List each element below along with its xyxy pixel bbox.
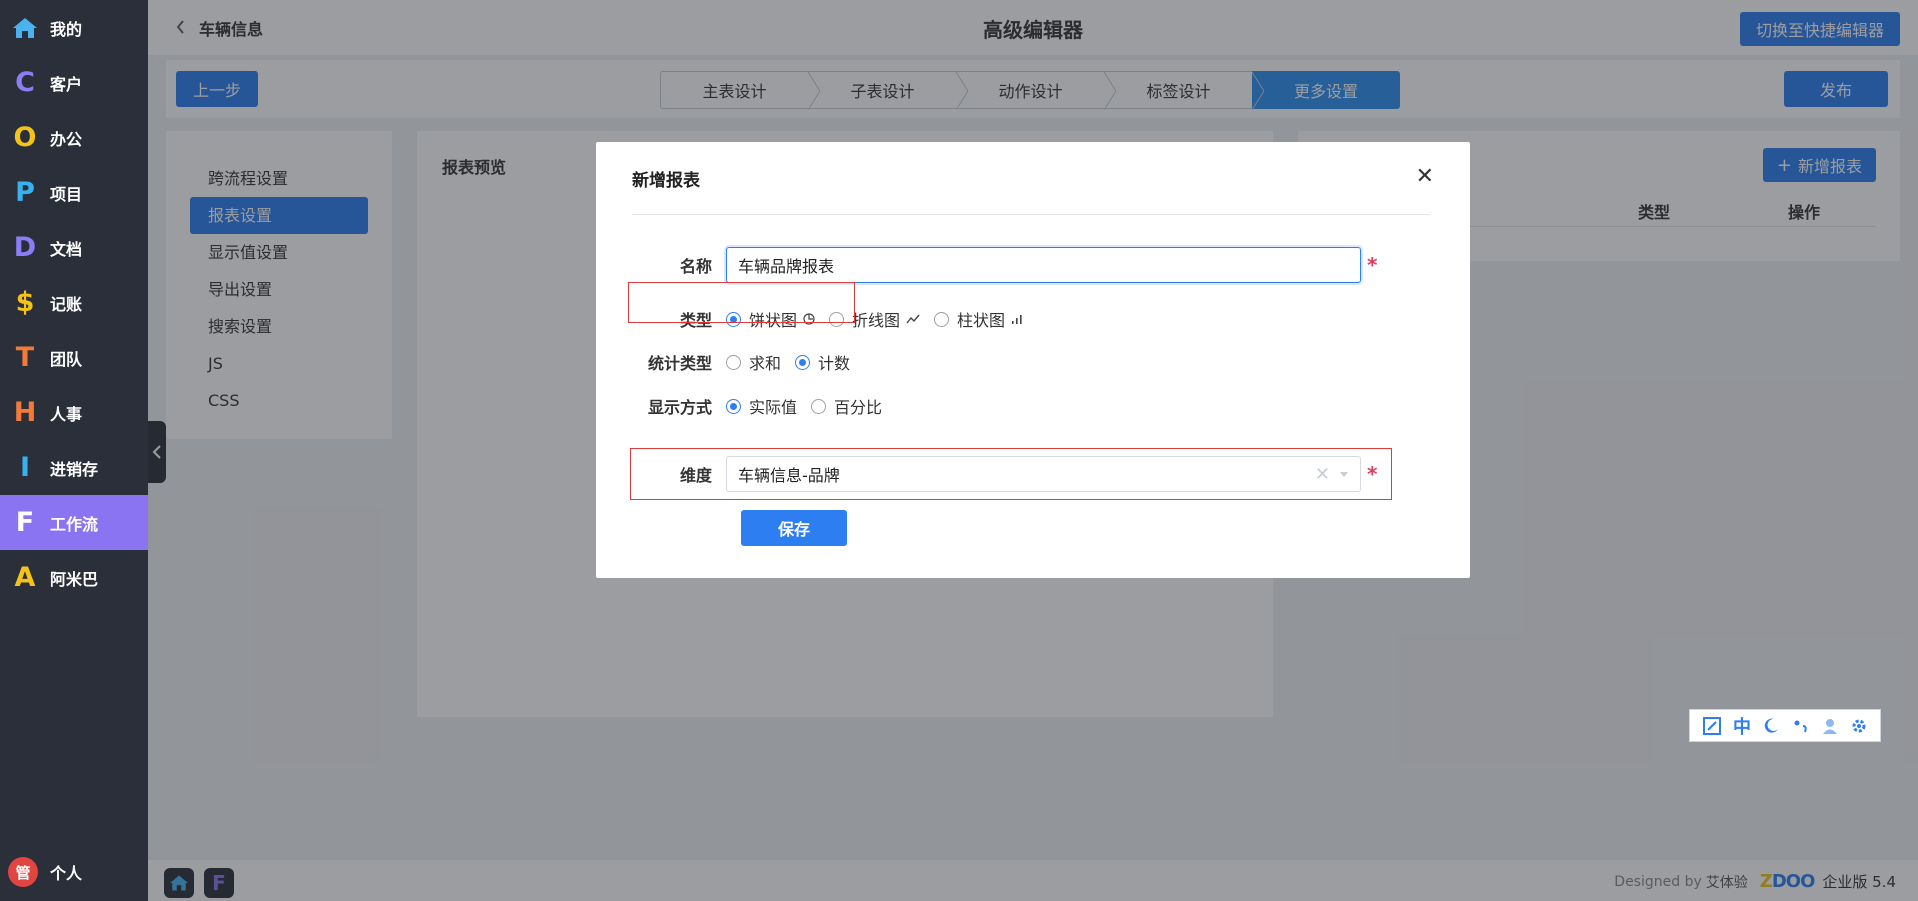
- user-icon[interactable]: [1821, 717, 1839, 735]
- option-label: 柱状图: [957, 311, 1006, 330]
- stat-count-option[interactable]: 计数: [795, 350, 850, 374]
- team-letter-icon: T: [15, 342, 35, 373]
- amoeba-letter-icon: A: [14, 562, 36, 593]
- user-menu[interactable]: 管 个人: [8, 857, 82, 887]
- nav-label: 客户: [50, 74, 83, 94]
- display-percent-option[interactable]: 百分比: [811, 394, 882, 418]
- name-label: 名称: [679, 257, 712, 276]
- save-button[interactable]: 保存: [741, 510, 847, 546]
- bar-chart-icon: [1012, 315, 1022, 324]
- docs-letter-icon: D: [13, 232, 37, 263]
- dimension-value: 车辆信息-品牌: [738, 466, 840, 485]
- accounting-letter-icon: $: [15, 287, 35, 318]
- punctuation-icon[interactable]: [1792, 717, 1810, 735]
- stat-sum-option[interactable]: 求和: [726, 350, 781, 374]
- workflow-letter-icon: F: [15, 507, 35, 538]
- display-actual-option[interactable]: 实际值: [726, 394, 797, 418]
- home-icon: [0, 16, 50, 40]
- radio-checked[interactable]: [795, 354, 811, 370]
- divider: [632, 214, 1430, 215]
- gear-icon[interactable]: [1850, 717, 1868, 735]
- stat-type-label: 统计类型: [647, 354, 712, 373]
- nav-label: 团队: [50, 349, 83, 369]
- nav-label: 阿米巴: [50, 569, 99, 589]
- option-label: 折线图: [852, 311, 901, 330]
- radio-unchecked[interactable]: [934, 311, 950, 327]
- radio-checked[interactable]: [726, 398, 741, 414]
- add-report-dialog: 新增报表 ✕ 名称 车辆品牌报表 * 类型 饼状图 折线图 柱状图 统计类型 求…: [596, 142, 1470, 578]
- name-row: 名称 车辆品牌报表 *: [596, 247, 1470, 283]
- option-label: 求和: [749, 354, 782, 373]
- nav-label: 文档: [50, 239, 83, 259]
- nav-item-my[interactable]: 我的: [0, 0, 148, 55]
- nav-item-workflow[interactable]: F 工作流: [0, 495, 148, 550]
- avatar: 管: [8, 857, 38, 887]
- nav-item-amoeba[interactable]: A 阿米巴: [0, 550, 148, 605]
- option-label: 计数: [818, 354, 851, 373]
- radio-unchecked[interactable]: [726, 354, 741, 370]
- nav-item-inventory[interactable]: I 进销存: [0, 440, 148, 495]
- dimension-label: 维度: [679, 466, 712, 485]
- dimension-select[interactable]: 车辆信息-品牌 ✕: [726, 456, 1361, 492]
- nav-item-docs[interactable]: D 文档: [0, 220, 148, 275]
- user-label: 个人: [50, 864, 83, 883]
- chevron-down-icon[interactable]: [1340, 472, 1348, 477]
- required-mark: *: [1367, 253, 1378, 277]
- moon-icon[interactable]: [1762, 717, 1780, 735]
- display-mode-row: 显示方式 实际值 百分比: [596, 394, 1470, 418]
- nav-label: 记账: [50, 294, 83, 314]
- nav-item-office[interactable]: O 办公: [0, 110, 148, 165]
- nav-label: 人事: [50, 404, 83, 424]
- name-input[interactable]: 车辆品牌报表: [726, 247, 1361, 283]
- option-label: 实际值: [749, 398, 798, 417]
- inventory-letter-icon: I: [19, 452, 31, 483]
- main-nav: 我的 C 客户 O 办公 P 项目 D 文档 $ 记账 T 团队 H 人事 I …: [0, 0, 148, 901]
- clear-icon[interactable]: ✕: [1315, 464, 1330, 485]
- close-icon[interactable]: ✕: [1416, 164, 1434, 189]
- nav-label: 我的: [50, 19, 83, 39]
- type-bar-option[interactable]: 柱状图: [934, 307, 1023, 331]
- nav-label: 办公: [50, 129, 83, 149]
- highlight-stat-type: [628, 282, 855, 323]
- nav-item-accounting[interactable]: $ 记账: [0, 275, 148, 330]
- nav-label: 进销存: [50, 459, 99, 479]
- nav-label: 工作流: [50, 514, 99, 534]
- nav-item-hr[interactable]: H 人事: [0, 385, 148, 440]
- hr-letter-icon: H: [13, 397, 37, 428]
- office-letter-icon: O: [13, 122, 37, 153]
- project-letter-icon: P: [15, 177, 35, 208]
- stat-type-row: 统计类型 求和 计数: [596, 350, 1470, 374]
- nav-item-crm[interactable]: C 客户: [0, 55, 148, 110]
- chinese-input-icon[interactable]: 中: [1733, 713, 1751, 739]
- screenshot-icon[interactable]: [1702, 716, 1722, 736]
- nav-item-team[interactable]: T 团队: [0, 330, 148, 385]
- option-label: 百分比: [834, 398, 883, 417]
- floating-toolbar: 中: [1689, 709, 1881, 742]
- dialog-title: 新增报表: [632, 171, 700, 191]
- nav-label: 项目: [50, 184, 83, 204]
- required-mark: *: [1367, 462, 1378, 486]
- dimension-row: 维度 车辆信息-品牌 ✕ *: [596, 456, 1470, 492]
- nav-item-project[interactable]: P 项目: [0, 165, 148, 220]
- display-mode-label: 显示方式: [647, 398, 712, 417]
- crm-letter-icon: C: [15, 67, 35, 98]
- radio-unchecked[interactable]: [811, 398, 827, 414]
- line-chart-icon: [906, 314, 920, 324]
